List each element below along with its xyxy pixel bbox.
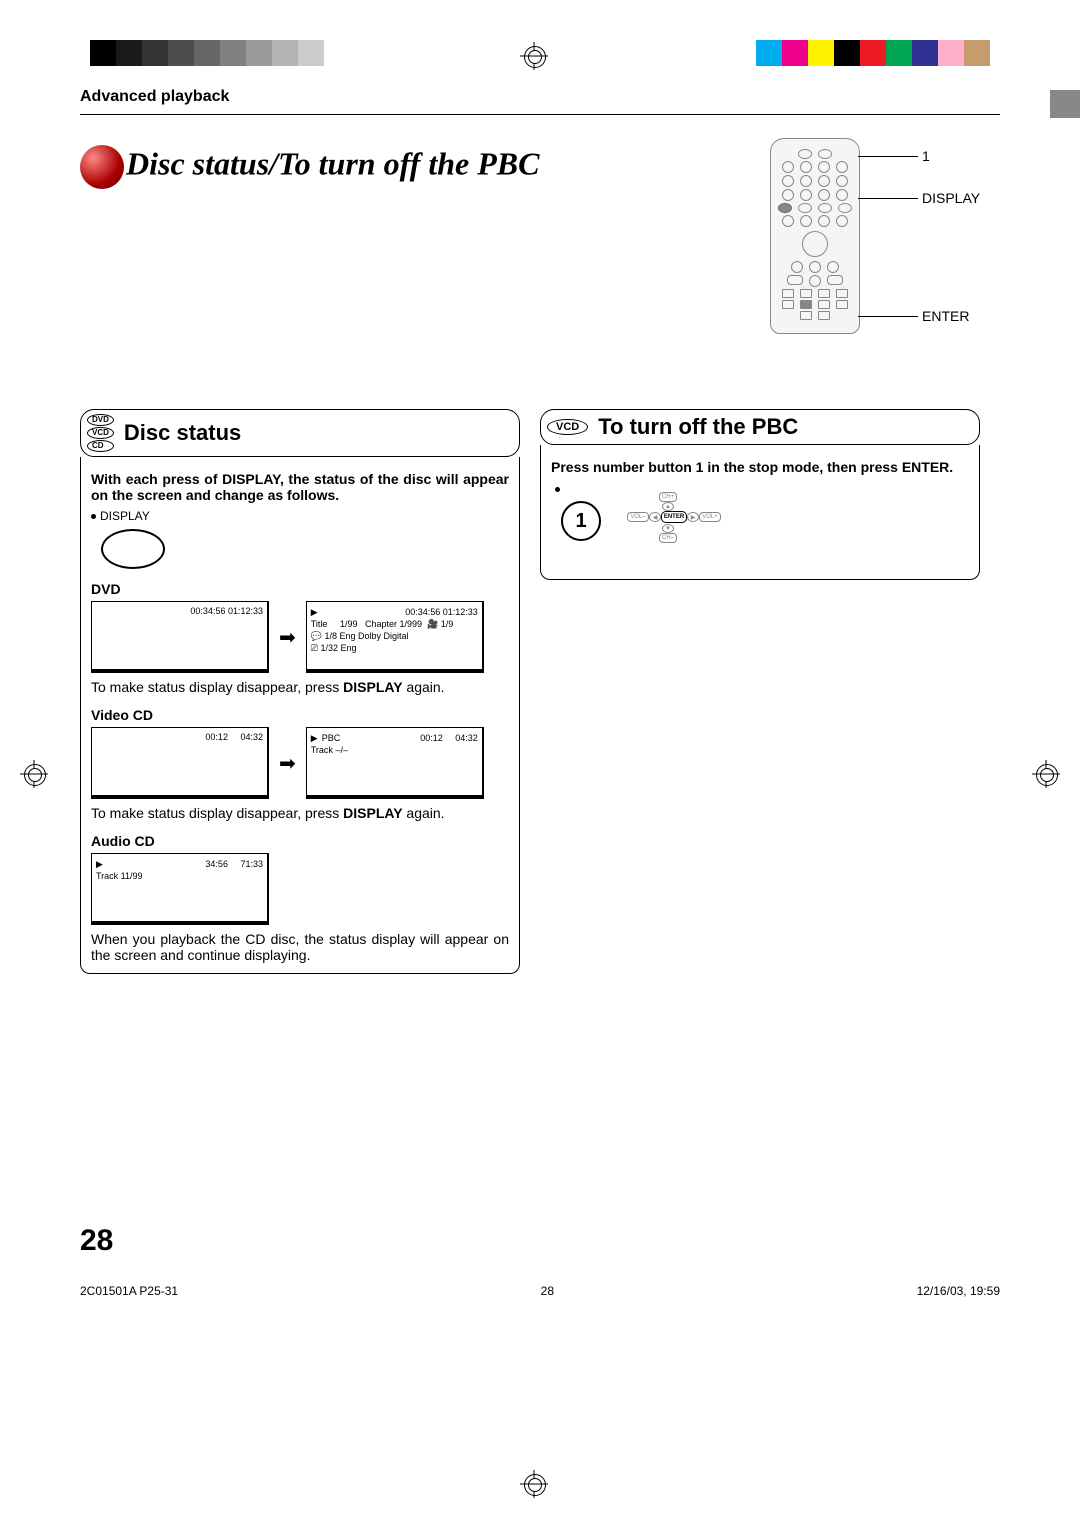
disc-status-heading-text: Disc status [124,420,241,446]
cd-label: Audio CD [91,833,509,849]
vcd-screen-2: ▶PBC 00:12 04:32 Track –/– [306,727,484,799]
cd-note: When you playback the CD disc, the statu… [91,931,509,963]
sphere-icon [80,145,124,189]
display-button-icon [101,529,165,569]
page-title-text: Disc status/To turn off the PBC [126,145,539,181]
page-content: Advanced playback Disc status/To turn of… [80,88,1000,1248]
remote-label-enter: ENTER [922,308,969,324]
footer-center: 28 [178,1284,916,1298]
display-bullet: DISPLAY [91,509,509,523]
crop-mark-bottom [520,1470,548,1498]
crop-mark-top [520,42,548,70]
one-button-icon: 1 [561,501,601,541]
crop-mark-right [1032,760,1060,788]
pbc-column: VCD To turn off the PBC Press number but… [540,409,980,974]
disc-status-intro: With each press of DISPLAY, the status o… [91,471,509,503]
dvd-note: To make status display disappear, press … [91,679,509,695]
divider [80,114,1000,115]
grayscale-bar [90,40,324,66]
footer-left: 2C01501A P25-31 [80,1284,178,1298]
vcd-badge: VCD [547,419,588,435]
dvd-screen-2: ▶00:34:56 01:12:33 Title 1/99 Chapter 1/… [306,601,484,673]
cd-screen: ▶ 34:56 71:33 Track 11/99 [91,853,269,925]
dvd-label: DVD [91,581,509,597]
disc-status-column: DVD VCD CD Disc status With each press o… [80,409,520,974]
pbc-heading: VCD To turn off the PBC [540,409,980,445]
footer-right: 12/16/03, 19:59 [917,1284,1000,1298]
color-bar [756,40,990,66]
side-tab [1050,90,1080,118]
pbc-intro: Press number button 1 in the stop mode, … [551,459,969,475]
dvd-screen-1: 00:34:56 01:12:33 [91,601,269,673]
footer: 2C01501A P25-31 28 12/16/03, 19:59 [80,1284,1000,1298]
disc-status-heading: DVD VCD CD Disc status [80,409,520,457]
vcd-screen-1: 00:12 04:32 [91,727,269,799]
vcd-label: Video CD [91,707,509,723]
pbc-heading-text: To turn off the PBC [598,414,798,440]
vcd-note: To make status display disappear, press … [91,805,509,821]
page-number: 28 [80,1224,113,1258]
disc-type-badges: DVD VCD CD [87,414,114,452]
enter-pad-diagram: CH+ ▲ VOL– ◀ ENTER ▶ VOL+ ▼ CH– [621,494,711,540]
arrow-right-icon: ➡ [279,625,296,650]
remote-diagram: 1 DISPLAY ENTER [770,138,880,338]
arrow-right-icon: ➡ [279,751,296,776]
remote-label-1: 1 [922,148,930,164]
crop-mark-left [20,760,48,788]
remote-label-display: DISPLAY [922,190,980,206]
section-heading: Advanced playback [80,88,1000,106]
